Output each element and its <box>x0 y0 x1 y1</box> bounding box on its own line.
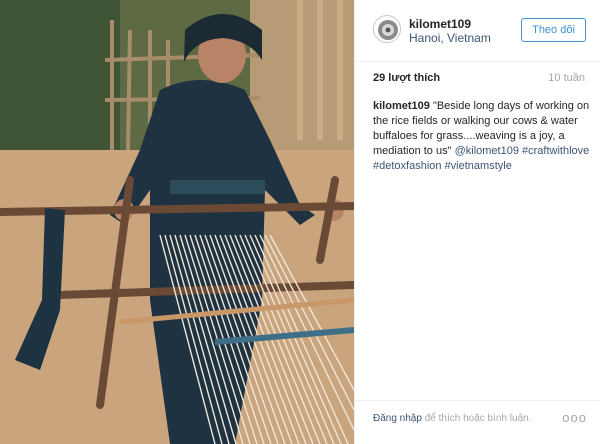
post-timestamp[interactable]: 10 tuần <box>548 72 585 84</box>
more-options-icon[interactable]: ooo <box>562 411 587 424</box>
caption-mention[interactable]: @kilomet109 <box>455 145 519 157</box>
likes-row: 29 lượt thích 10 tuần <box>373 72 585 88</box>
location-link[interactable]: Hanoi, Vietnam <box>409 31 491 45</box>
login-link[interactable]: Đăng nhập <box>373 413 422 424</box>
caption-username[interactable]: kilomet109 <box>373 100 430 112</box>
avatar-icon[interactable] <box>373 15 401 43</box>
likes-count[interactable]: 29 lượt thích <box>373 72 440 84</box>
post-caption: kilomet109 "Beside long days of working … <box>373 99 591 174</box>
username[interactable]: kilomet109 <box>409 17 471 31</box>
login-prompt-text: để thích hoặc bình luận. <box>424 413 532 424</box>
post-detail-panel: kilomet109 Hanoi, Vietnam Theo dõi 29 lư… <box>354 0 600 444</box>
weaving-woman-image <box>0 0 354 444</box>
post-header: kilomet109 Hanoi, Vietnam Theo dõi <box>355 0 600 62</box>
post-photo[interactable] <box>0 0 354 444</box>
comment-footer: Đăng nhập để thích hoặc bình luận. ooo <box>355 400 600 444</box>
login-prompt: Đăng nhập để thích hoặc bình luận. <box>373 413 531 424</box>
follow-button[interactable]: Theo dõi <box>521 18 586 42</box>
